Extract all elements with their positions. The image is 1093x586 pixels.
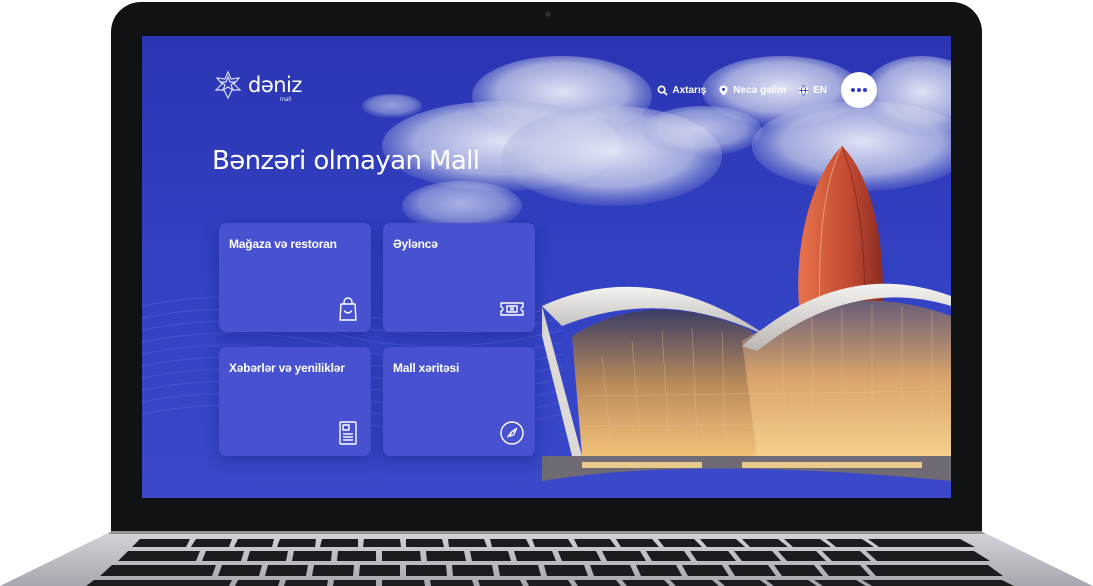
ticket-icon	[500, 302, 524, 316]
location-pin-icon	[719, 84, 728, 96]
hero-title: Bənzəri olmayan Mall	[212, 146, 480, 176]
card-news[interactable]: Xəbərlər və yeniliklər	[219, 347, 371, 456]
card-shops-restaurants[interactable]: Mağaza və restoran	[219, 223, 371, 332]
laptop-keyboard	[0, 531, 1093, 586]
search-icon	[657, 85, 669, 96]
more-menu-button[interactable]	[841, 72, 877, 108]
brand-subtitle: mall	[280, 97, 292, 103]
camera	[545, 11, 551, 17]
directions-link[interactable]: Necə gəlim	[718, 85, 786, 96]
website-screen: dəniz mall Axtarış Necə gəlim EN Bənzəri…	[142, 36, 951, 498]
brand-emblem-icon	[214, 70, 242, 100]
card-label: Mall xəritəsi	[393, 361, 460, 375]
directions-label: Necə gəlim	[733, 84, 787, 96]
card-label: Mağaza və restoran	[229, 237, 337, 251]
language-label: EN	[813, 84, 827, 96]
card-label: Əyləncə	[393, 237, 438, 251]
brand-logo[interactable]: dəniz mall	[212, 69, 302, 103]
dot-icon	[851, 88, 855, 92]
document-icon	[339, 421, 357, 445]
dot-icon	[857, 88, 861, 92]
shopping-bag-icon	[339, 297, 357, 321]
top-navigation: Axtarış Necə gəlim EN	[657, 72, 877, 108]
card-entertainment[interactable]: Əyləncə	[383, 223, 535, 332]
compass-icon	[500, 421, 524, 445]
brand-name: dəniz	[248, 72, 302, 97]
globe-icon	[798, 84, 809, 96]
card-mall-map[interactable]: Mall xəritəsi	[383, 347, 535, 456]
search-link[interactable]: Axtarış	[657, 85, 706, 96]
mall-building-image	[542, 145, 951, 498]
language-switcher[interactable]: EN	[798, 85, 827, 96]
search-label: Axtarış	[672, 84, 707, 96]
card-label: Xəbərlər və yeniliklər	[229, 361, 345, 375]
dot-icon	[863, 88, 867, 92]
